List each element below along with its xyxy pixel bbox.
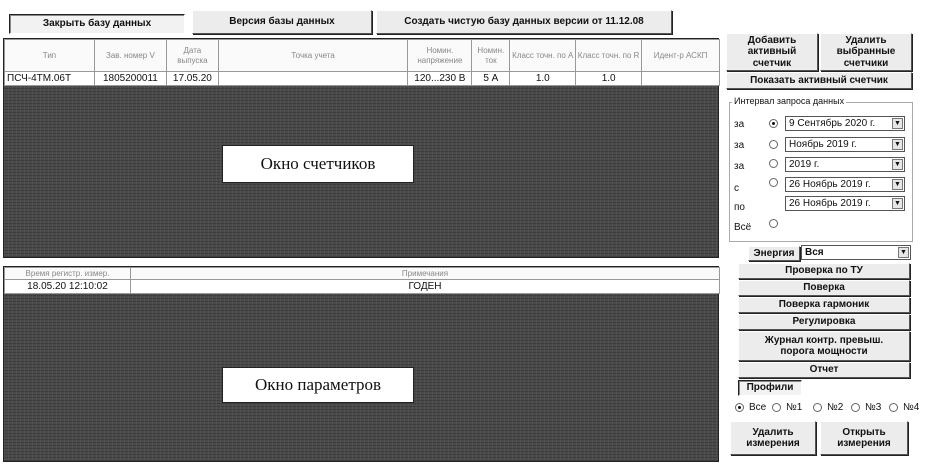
profile-radio-3[interactable] [851, 403, 860, 412]
interval-label-3: за [734, 161, 745, 172]
interval-combo-from-value: 26 Ноябрь 2019 г. [789, 179, 871, 190]
meters-window-label: Окно счетчиков [222, 145, 414, 183]
verification-button[interactable]: Поверка [738, 280, 910, 296]
interval-label-1: за [734, 119, 745, 130]
meters-table: Тип Зав. номер V Дата выпуска Точка учет… [4, 39, 720, 86]
interval-combo-month-value: Ноябрь 2019 г. [789, 139, 857, 150]
interval-combo-to-value: 26 Ноябрь 2019 г. [789, 198, 871, 209]
cell-notes: ГОДЕН [130, 279, 720, 294]
database-version-button[interactable]: Версия базы данных [192, 10, 372, 34]
chevron-down-icon[interactable]: ▼ [892, 118, 903, 129]
interval-label-6: Всё [734, 222, 752, 233]
harmonics-verification-button[interactable]: Поверка гармоник [738, 297, 910, 313]
profile-label-1: №1 [786, 402, 803, 413]
cell-ident [641, 71, 720, 86]
cell-reg-time: 18.05.20 12:10:02 [4, 279, 131, 294]
interval-radio-all[interactable] [769, 219, 778, 228]
delete-measurements-button[interactable]: Удалить измерения [730, 421, 816, 455]
profile-radio-2[interactable] [813, 403, 822, 412]
params-table: Время регистр. измер. Примечания 18.05.2… [4, 267, 720, 294]
col-class-a[interactable]: Класс точн. по A [509, 39, 577, 72]
chevron-down-icon[interactable]: ▼ [892, 179, 903, 190]
interval-combo-year[interactable]: 2019 г. ▼ [785, 157, 905, 172]
col-date[interactable]: Дата выпуска [165, 39, 219, 72]
col-ident[interactable]: Идент-р АСКП [641, 39, 720, 72]
cell-date: 17.05.20 [165, 71, 219, 86]
cell-current: 5 А [471, 71, 511, 86]
add-active-meter-button[interactable]: Добавить активный счетчик [726, 33, 818, 71]
col-class-r[interactable]: Класс точн. по R [575, 39, 643, 72]
close-database-button[interactable]: Закрыть базу данных [9, 14, 185, 34]
col-type[interactable]: Тип [4, 39, 95, 72]
energy-combo-value: Вся [805, 247, 824, 258]
power-log-button[interactable]: Журнал контр. превыш. порога мощности [738, 331, 910, 361]
interval-radio-4[interactable] [769, 178, 778, 187]
interval-combo-year-value: 2019 г. [789, 159, 820, 170]
cell-class-a: 1.0 [509, 71, 577, 86]
col-point[interactable]: Точка учета [217, 39, 409, 72]
open-measurements-button[interactable]: Открыть измерения [820, 421, 908, 455]
meters-grid[interactable]: Тип Зав. номер V Дата выпуска Точка учет… [3, 38, 720, 258]
profile-radio-all[interactable] [735, 403, 744, 412]
adjustment-button[interactable]: Регулировка [738, 314, 910, 330]
energy-combo[interactable]: Вся ▼ [801, 245, 911, 260]
interval-label-2: за [734, 140, 745, 151]
create-clean-database-button[interactable]: Создать чистую базу данных версии от 11.… [376, 10, 672, 34]
show-active-meter-button[interactable]: Показать активный счетчик [726, 72, 912, 89]
cell-serial: 1805200011 [93, 71, 167, 86]
cell-type: ПСЧ-4ТМ.06Т [4, 71, 95, 86]
profile-label-3: №3 [865, 402, 882, 413]
col-notes[interactable]: Примечания [130, 267, 720, 280]
report-button[interactable]: Отчет [738, 362, 910, 378]
table-row[interactable]: ПСЧ-4ТМ.06Т 1805200011 17.05.20 120...23… [4, 71, 720, 86]
cell-point [217, 71, 409, 86]
chevron-down-icon[interactable]: ▼ [898, 247, 909, 258]
params-table-header: Время регистр. измер. Примечания [4, 267, 720, 280]
profile-label-4: №4 [903, 402, 920, 413]
col-current[interactable]: Номин. ток [471, 39, 511, 72]
interval-combo-month[interactable]: Ноябрь 2019 г. ▼ [785, 137, 905, 152]
chevron-down-icon[interactable]: ▼ [892, 159, 903, 170]
chevron-down-icon[interactable]: ▼ [892, 198, 903, 209]
profiles-button[interactable]: Профили [738, 380, 802, 396]
params-grid[interactable]: Время регистр. измер. Примечания 18.05.2… [3, 266, 720, 462]
profile-radio-1[interactable] [772, 403, 781, 412]
profile-label-2: №2 [827, 402, 844, 413]
interval-combo-day[interactable]: 9 Сентябрь 2020 г. ▼ [785, 116, 905, 131]
cell-voltage: 120...230 В [407, 71, 473, 86]
profile-label-all: Все [749, 402, 767, 413]
chevron-down-icon[interactable]: ▼ [892, 139, 903, 150]
interval-title: Интервал запроса данных [732, 96, 847, 106]
meters-table-header: Тип Зав. номер V Дата выпуска Точка учет… [4, 39, 720, 72]
profile-radio-4[interactable] [889, 403, 898, 412]
interval-radio-2[interactable] [769, 140, 778, 149]
energy-label: Энергия [748, 246, 800, 261]
interval-combo-to[interactable]: 26 Ноябрь 2019 г. ▼ [785, 196, 905, 211]
params-window-label: Окно параметров [222, 367, 414, 403]
interval-combo-from[interactable]: 26 Ноябрь 2019 г. ▼ [785, 177, 905, 192]
col-serial[interactable]: Зав. номер V [93, 39, 167, 72]
check-tu-button[interactable]: Проверка по ТУ [738, 263, 910, 279]
interval-radio-3[interactable] [769, 159, 778, 168]
cell-class-r: 1.0 [575, 71, 643, 86]
col-reg-time[interactable]: Время регистр. измер. [4, 267, 131, 280]
col-voltage[interactable]: Номин. напряжение [407, 39, 473, 72]
delete-selected-meters-button[interactable]: Удалить выбранные счетчики [820, 33, 912, 71]
interval-radio-1[interactable] [769, 119, 778, 128]
table-row[interactable]: 18.05.20 12:10:02 ГОДЕН [4, 279, 720, 294]
interval-combo-day-value: 9 Сентябрь 2020 г. [789, 118, 876, 129]
interval-label-4: с [734, 183, 739, 194]
interval-label-5: по [734, 202, 745, 213]
